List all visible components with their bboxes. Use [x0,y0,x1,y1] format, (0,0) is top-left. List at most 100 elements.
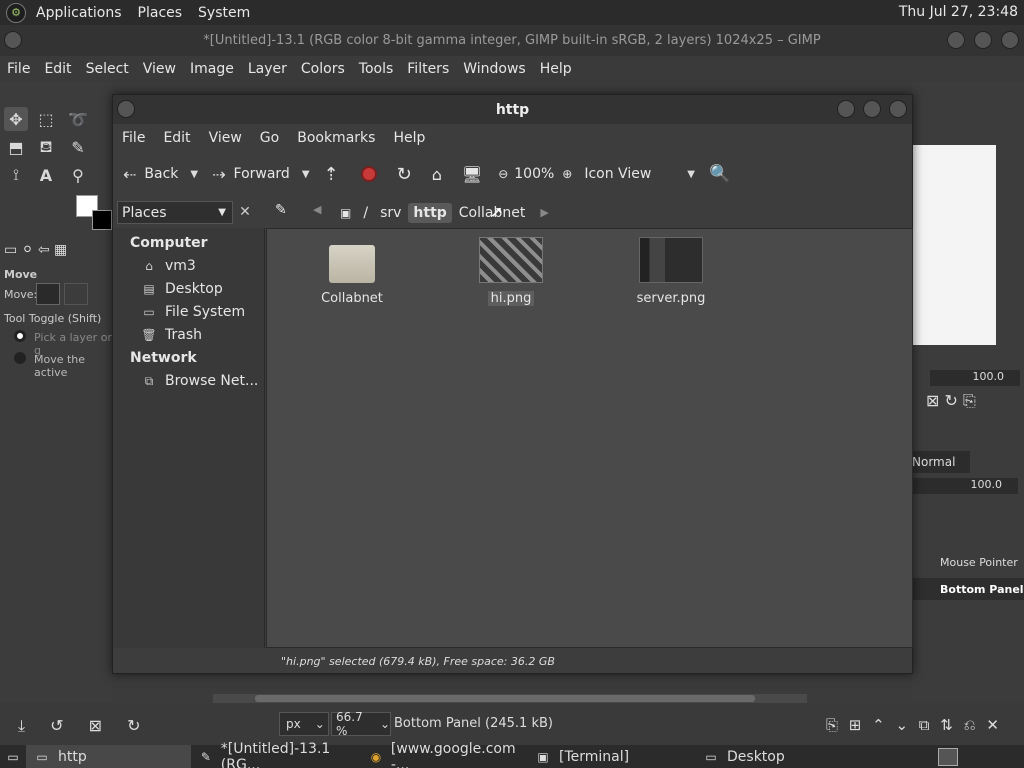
back-button[interactable]: ⇠ Back [123,159,178,189]
sidebar-item-filesystem[interactable]: ▭ File System [141,304,245,320]
gimp-menu-filters[interactable]: Filters [400,61,456,77]
workspace-switcher[interactable] [938,747,958,766]
computer-icon[interactable]: 🖥 [462,159,482,189]
layer-opacity-field[interactable]: 100.0 [912,478,1018,494]
sidebar-item-vm3[interactable]: ⌂ vm3 [141,258,196,274]
task-gimp[interactable]: ✎ *[Untitled]-13.1 (RG... [191,741,361,768]
toolbox-actions-icon[interactable]: ⤓ ↺ ⊠ ↻ [18,716,141,736]
canvas-scroll-thumb[interactable] [255,695,755,702]
fm-maximize-button[interactable] [863,100,881,118]
fm-window-menu-button[interactable] [117,100,135,118]
fm-menu-edit[interactable]: Edit [154,130,199,146]
gimp-minimize-button[interactable] [947,31,965,49]
fm-menu-file[interactable]: File [113,130,154,146]
fm-close-button[interactable] [889,100,907,118]
zoom-selector[interactable]: 66.7 % ⌄ [331,710,391,738]
fm-menu-bookmarks[interactable]: Bookmarks [288,130,384,146]
rect-select-tool-icon[interactable]: ⬚ [34,107,58,131]
search-icon[interactable]: 🔍 [709,159,730,189]
move-tool-icon[interactable]: ✥ [4,107,28,131]
forward-history-chevron-icon[interactable]: ▼ [302,169,310,180]
layers-actions-icon[interactable]: ⎘ ⊞ ⌃ ⌄ ⧉ ⇅ ⎌ ✕ [826,716,999,734]
pick-layer-radio[interactable] [14,330,26,342]
stop-icon [360,166,377,182]
task-chrome[interactable]: ◉ [www.google.com -... [361,741,527,768]
reload-icon[interactable]: ↻ [397,159,412,189]
paths-tool-icon[interactable]: ⟟ [4,163,28,187]
sidebar-item-label: vm3 [165,258,196,274]
stop-button[interactable] [360,159,377,189]
edit-location-icon[interactable]: ✎ [275,202,287,218]
crumb-srv[interactable]: srv [375,203,406,223]
back-history-chevron-icon[interactable]: ▼ [190,169,198,180]
background-color-swatch[interactable] [92,210,112,230]
file-item-hi-png[interactable]: hi.png [451,237,571,306]
menu-places[interactable]: Places [130,5,191,21]
bucket-fill-tool-icon[interactable]: ⛾ [34,135,58,159]
gimp-window-menu-button[interactable] [4,31,22,49]
back-arrow-icon: ⇠ [123,164,137,184]
sidebar-item-desktop[interactable]: ▤ Desktop [141,281,222,297]
gimp-menu-tools[interactable]: Tools [352,61,401,77]
drive-icon[interactable]: ▣ [335,204,356,222]
crumb-scroll-left-icon[interactable]: ◀ [313,203,321,216]
gimp-menu-view[interactable]: View [136,61,183,77]
layer-mouse-pointer[interactable]: Mouse Pointer [940,556,1018,569]
text-tool-icon[interactable]: A [34,163,58,187]
file-item-collabnet[interactable]: Collabnet [292,241,412,306]
brush-actions-icon[interactable]: ⊠ ↻ ⎘ [926,391,976,411]
zoom-out-icon[interactable]: ⊖ [498,159,508,189]
gimp-menu-colors[interactable]: Colors [294,61,352,77]
menu-applications[interactable]: Applications [28,5,130,21]
transform-tool-icon[interactable]: ⬒ [4,135,28,159]
move-selection-mode-button[interactable] [64,283,88,305]
file-item-server-png[interactable]: server.png [611,237,731,306]
fm-menu-go[interactable]: Go [251,130,288,146]
fm-status-text: "hi.png" selected (679.4 kB), Free space… [281,654,555,668]
layer-bottom-panel[interactable]: Bottom Panel [940,583,1024,596]
sidebar-item-trash[interactable]: 🗑 Trash [141,327,202,343]
color-picker-tool-icon[interactable]: ⚲ [66,163,90,187]
brush-spacing-field[interactable]: 100.0 [930,370,1020,386]
file-view[interactable]: Collabnet hi.png server.png [266,228,913,648]
gimp-menu-image[interactable]: Image [183,61,241,77]
crumb-scroll-right-icon[interactable]: ▶ [540,206,548,219]
fm-minimize-button[interactable] [837,100,855,118]
home-icon[interactable]: ⌂ [432,159,442,189]
show-desktop-icon[interactable]: ▭ [0,745,26,768]
brushes-preview-grid[interactable] [912,145,996,345]
crumb-http[interactable]: http [408,202,452,223]
layer-mode-select[interactable]: Normal [912,451,970,473]
gimp-menu-windows[interactable]: Windows [456,61,533,77]
gimp-menu-file[interactable]: File [0,61,37,77]
gimp-menu-edit[interactable]: Edit [37,61,78,77]
move-layer-mode-button[interactable] [36,283,60,305]
view-mode-select[interactable]: Icon View ▼ [584,159,709,189]
gimp-menu-select[interactable]: Select [79,61,136,77]
gimp-close-button[interactable] [1001,31,1019,49]
task-http[interactable]: ▭ http [26,745,191,768]
gimp-menu-help[interactable]: Help [533,61,579,77]
forward-button[interactable]: ⇢ Forward [212,159,290,189]
task-terminal[interactable]: ▣ [Terminal] [527,745,695,768]
fm-location-bar: Places ▼ ✕ ✎ ◀ ▣ / srv http Collabnet ▶ [113,196,912,228]
sidebar-item-browse-network[interactable]: ⧉ Browse Net... [141,373,259,389]
zoom-in-icon[interactable]: ⊕ [562,159,572,189]
unit-selector[interactable]: px ⌄ [279,712,329,736]
clock[interactable]: Thu Jul 27, 23:48 [899,4,1018,20]
up-arrow-icon[interactable]: ⇡ [324,159,339,189]
lasso-tool-icon[interactable]: ➰ [66,107,90,131]
crumb-root[interactable]: / [358,203,373,223]
gimp-menu-layer[interactable]: Layer [241,61,294,77]
dock-tabs-icon[interactable]: ▭ ⚪ ⇦ ▦ [4,242,67,258]
sidebar-type-select[interactable]: Places ▼ [117,201,233,224]
distro-logo-icon[interactable]: ⚙ [6,2,26,23]
paintbrush-tool-icon[interactable]: ✎ [66,135,90,159]
close-sidebar-icon[interactable]: ✕ [235,202,255,222]
fm-menu-view[interactable]: View [200,130,251,146]
menu-system[interactable]: System [190,5,258,21]
move-active-radio[interactable] [14,352,26,364]
task-desktop[interactable]: ▭ Desktop [695,745,845,768]
gimp-maximize-button[interactable] [974,31,992,49]
fm-menu-help[interactable]: Help [384,130,434,146]
